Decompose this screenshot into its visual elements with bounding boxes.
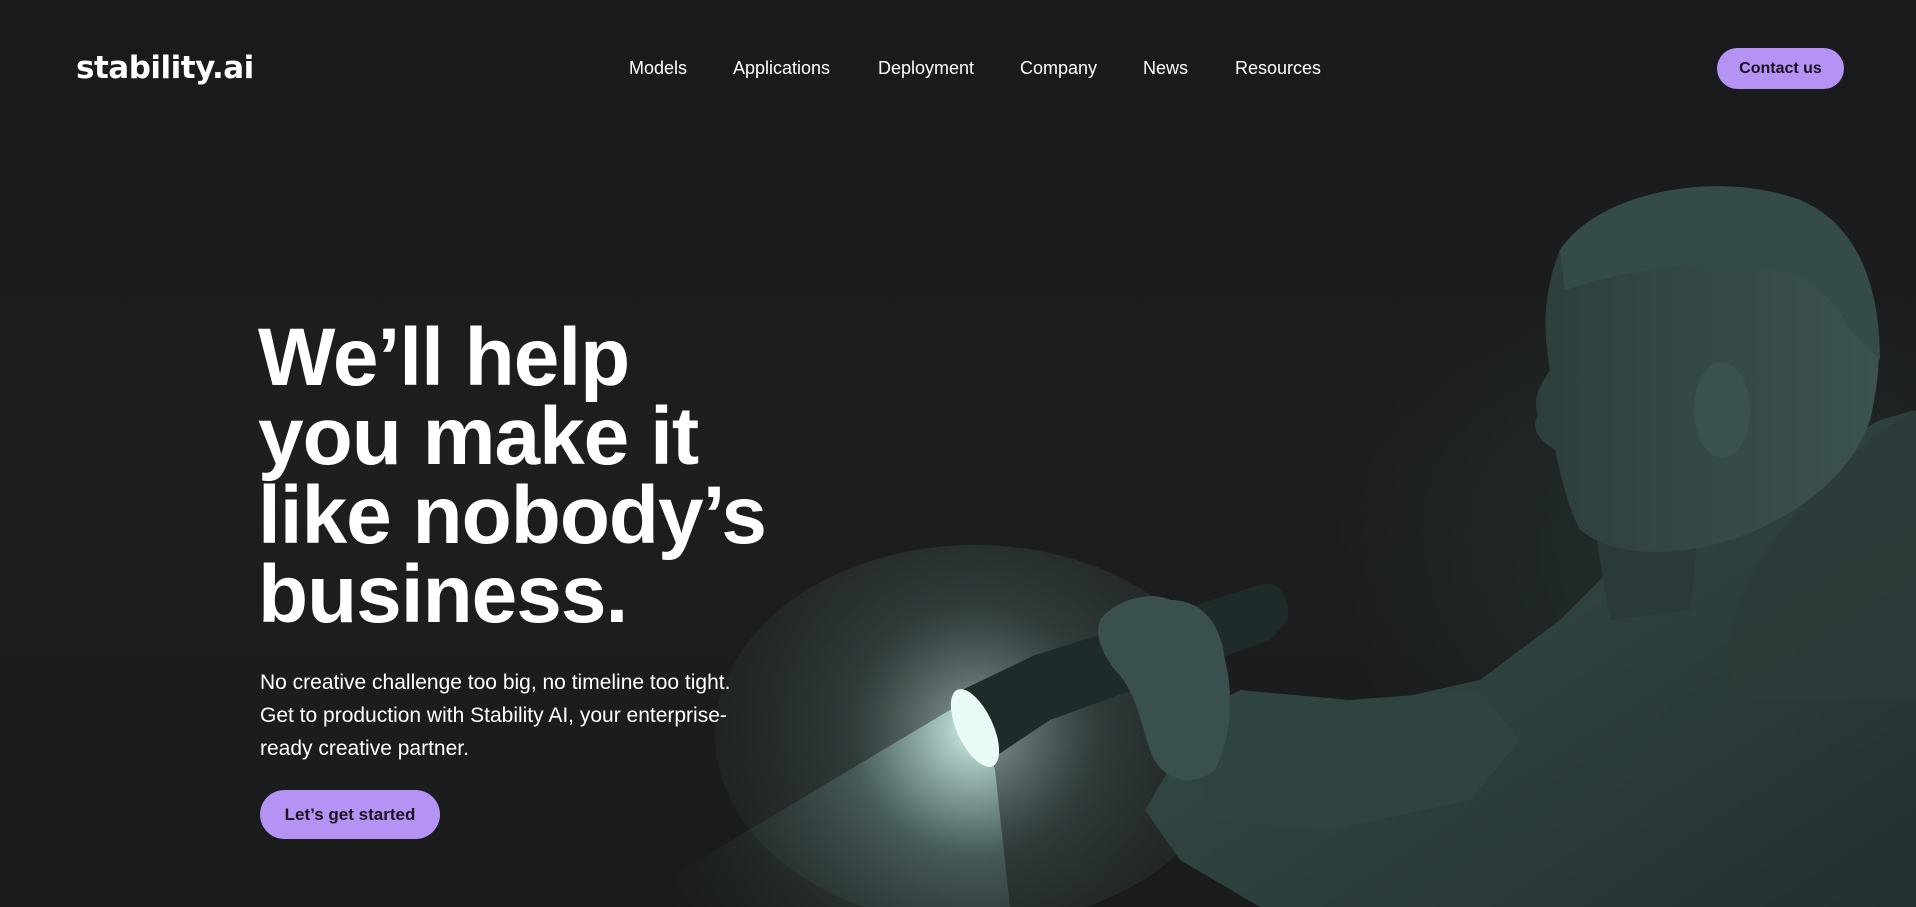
nav-item-company[interactable]: Company — [1020, 54, 1097, 82]
nav-item-models[interactable]: Models — [629, 54, 687, 82]
logo[interactable]: stability.ai — [76, 48, 254, 88]
person-ear — [1694, 362, 1750, 458]
headline-line: business. — [258, 549, 628, 640]
get-started-button[interactable]: Let’s get started — [260, 790, 440, 839]
headline-line: like nobody’s — [258, 470, 767, 561]
nav-item-news[interactable]: News — [1143, 54, 1188, 82]
main-nav: Models Applications Deployment Company N… — [0, 54, 1916, 82]
nav-item-deployment[interactable]: Deployment — [878, 54, 974, 82]
subtext-line: Get to production with Stability AI, you… — [260, 704, 727, 727]
headline-line: you make it — [258, 391, 699, 482]
hero-headline: We’ll help you make it like nobody’s bus… — [258, 312, 818, 640]
nav-item-resources[interactable]: Resources — [1235, 54, 1321, 82]
contact-us-button[interactable]: Contact us — [1717, 48, 1844, 89]
nav-item-applications[interactable]: Applications — [733, 54, 830, 82]
hero-subtext: No creative challenge too big, no timeli… — [260, 666, 780, 765]
subtext-line: No creative challenge too big, no timeli… — [260, 671, 731, 694]
site-header: stability.ai Models Applications Deploym… — [0, 0, 1916, 136]
hero-section: stability.ai Models Applications Deploym… — [0, 0, 1916, 907]
headline-line: We’ll help — [258, 312, 630, 403]
subtext-line: ready creative partner. — [260, 737, 469, 760]
